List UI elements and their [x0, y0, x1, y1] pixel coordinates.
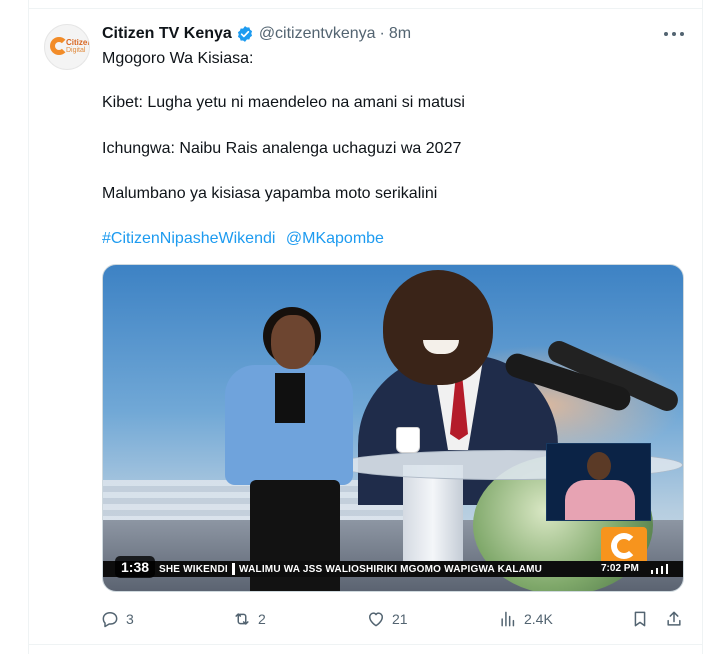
tweet-header: Citizen TV Kenya @citizentvkenya · 8m — [102, 23, 411, 45]
verified-badge-icon — [237, 26, 252, 42]
display-name[interactable]: Citizen TV Kenya — [102, 25, 232, 43]
card-border-bottom — [28, 644, 703, 645]
anchor-face — [271, 315, 315, 369]
news-desk-stand — [403, 465, 463, 575]
user-handle[interactable]: @citizentvkenya — [259, 25, 376, 43]
avatar-logo-line1: Citizen — [66, 38, 90, 47]
reply-button[interactable]: 3 — [100, 607, 134, 631]
interpreter-body — [565, 480, 635, 520]
news-ticker: SHE WIKENDI WALIMU WA JSS WALIOSHIRIKI M… — [103, 561, 683, 577]
interpreter-head — [587, 452, 611, 480]
retweet-icon — [235, 613, 249, 625]
share-icon — [667, 611, 681, 626]
tweet-tags-line: #CitizenNipasheWikendi @MKapombe — [102, 230, 384, 248]
views-button[interactable]: 2.4K — [498, 607, 553, 631]
retweet-button[interactable]: 2 — [232, 607, 266, 631]
timestamp[interactable]: 8m — [389, 25, 411, 43]
bookmark-button[interactable] — [630, 607, 650, 631]
tweet-text-line-3: Ichungwa: Naibu Rais analenga uchaguzi w… — [102, 140, 462, 157]
citizen-tv-logo — [601, 527, 647, 565]
action-bar: 3 2 21 2.4K — [100, 607, 690, 631]
ticker-headline: WALIMU WA JSS WALIOSHIRIKI MGOMO WAPIGWA… — [239, 563, 543, 575]
desk-mug — [396, 427, 420, 453]
ticker-clock: 7:02 PM — [601, 563, 639, 574]
avatar-logo-line2: Digital — [66, 47, 86, 54]
mention-link[interactable]: @MKapombe — [286, 230, 384, 247]
like-icon — [369, 612, 383, 627]
separator-dot: · — [379, 25, 385, 42]
tweet-text-line-1: Mgogoro Wa Kisiasa: — [102, 50, 254, 67]
anchor-top — [275, 373, 305, 423]
sign-language-inset — [546, 443, 651, 521]
bookmark-icon — [634, 611, 646, 627]
reply-icon — [102, 612, 118, 628]
signal-bars-icon — [651, 564, 677, 574]
share-button[interactable] — [664, 607, 684, 631]
retweet-count: 2 — [258, 611, 266, 627]
reply-count: 3 — [126, 611, 134, 627]
tweet-text-line-4: Malumbano ya kisiasa yapamba moto serika… — [102, 185, 438, 202]
avatar[interactable]: Citizen Digital — [44, 24, 90, 70]
background-portrait-head — [383, 270, 493, 385]
views-count: 2.4K — [524, 611, 553, 627]
card-border-right — [702, 0, 703, 654]
like-count: 21 — [392, 611, 408, 627]
video-player[interactable]: SHE WIKENDI WALIMU WA JSS WALIOSHIRIKI M… — [102, 264, 684, 592]
card-border-top — [28, 8, 703, 9]
card-border-left — [28, 0, 29, 654]
citizen-c-icon — [611, 533, 637, 559]
like-button[interactable]: 21 — [366, 607, 408, 631]
views-icon — [501, 611, 515, 627]
video-duration: 1:38 — [115, 556, 156, 578]
more-icon[interactable] — [664, 25, 684, 43]
ticker-separator — [232, 563, 235, 575]
hashtag-link[interactable]: #CitizenNipasheWikendi — [102, 230, 275, 247]
tweet-text-line-2: Kibet: Lugha yetu ni maendeleo na amani … — [102, 94, 465, 111]
